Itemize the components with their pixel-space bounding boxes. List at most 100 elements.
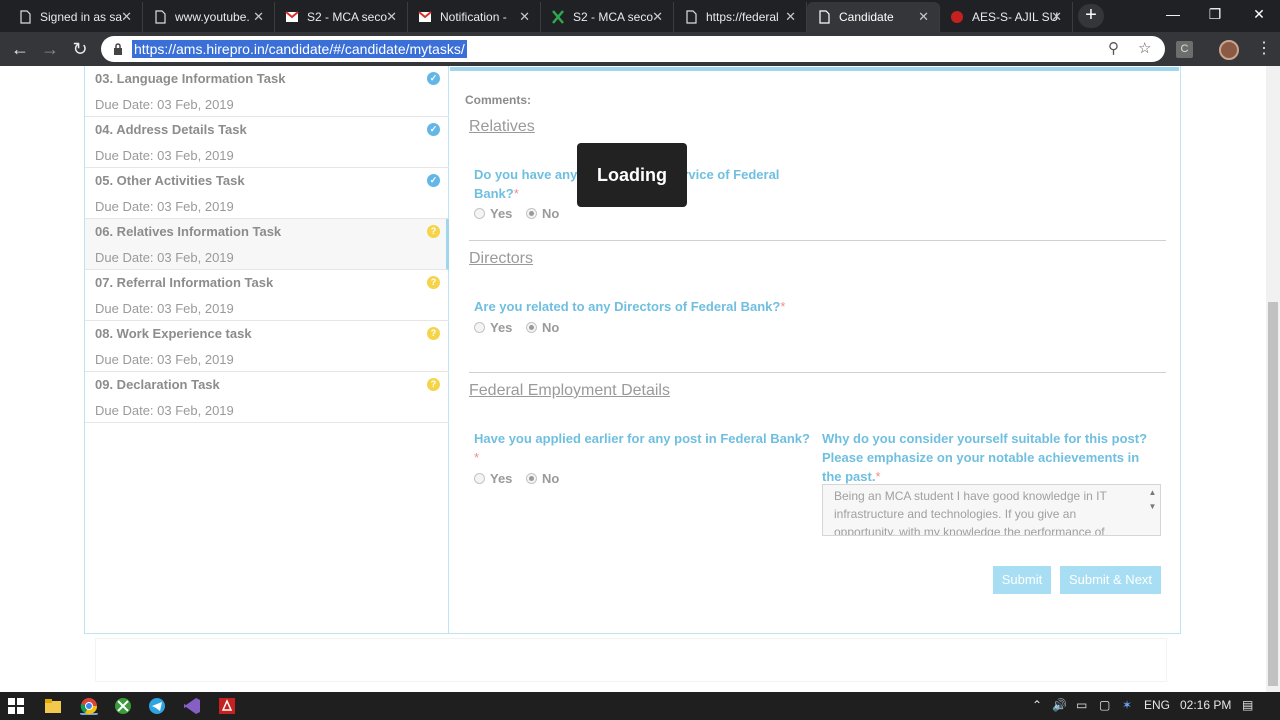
task-item-other-activities[interactable]: 05. Other Activities Task Due Date: 03 F…: [85, 168, 449, 219]
radio-label: No: [542, 206, 560, 221]
comments-label: Comments:: [465, 93, 532, 107]
profile-avatar[interactable]: [1219, 40, 1239, 60]
radio-button[interactable]: [474, 208, 485, 219]
submit-next-button[interactable]: Submit & Next: [1060, 566, 1161, 594]
close-icon[interactable]: ✕: [785, 9, 796, 25]
browser-toolbar: ← → ↻ https://ams.hirepro.in/candidate/#…: [0, 32, 1280, 66]
page-scrollbar[interactable]: [1266, 66, 1280, 692]
reload-icon[interactable]: ↻: [68, 38, 92, 60]
battery-icon[interactable]: ▭: [1076, 698, 1087, 712]
submit-button[interactable]: Submit: [993, 566, 1051, 594]
visual-studio-icon[interactable]: [183, 697, 201, 715]
close-icon[interactable]: ✕: [253, 9, 264, 25]
loading-overlay: Loading: [577, 143, 687, 207]
divider: [469, 372, 1166, 373]
browser-tab-1[interactable]: Signed in as sa ✕: [8, 2, 143, 32]
radio-button[interactable]: [526, 322, 537, 333]
divider: [469, 240, 1166, 241]
windows-start-icon[interactable]: [8, 698, 26, 716]
browser-tab-8[interactable]: AES-S- AJIL SU ✕: [940, 2, 1073, 32]
check-icon: ✓: [427, 123, 440, 136]
tab-title: Signed in as sa: [40, 10, 123, 24]
file-explorer-icon[interactable]: [44, 697, 62, 715]
relatives-yes-radio[interactable]: Yes: [474, 206, 512, 221]
star-icon[interactable]: ☆: [1138, 39, 1151, 57]
directors-no-radio[interactable]: No: [526, 320, 559, 335]
browser-tab-2[interactable]: www.youtube. ✕: [143, 2, 275, 32]
page-icon: [18, 10, 32, 24]
relatives-no-radio[interactable]: No: [526, 206, 559, 221]
radio-button[interactable]: [474, 473, 485, 484]
back-arrow-icon[interactable]: ←: [8, 38, 32, 60]
browser-tab-3[interactable]: S2 - MCA seco ✕: [275, 2, 408, 32]
radio-button[interactable]: [474, 322, 485, 333]
close-icon[interactable]: ✕: [519, 9, 530, 25]
radio-label: Yes: [490, 471, 513, 486]
chrome-icon[interactable]: [80, 697, 98, 715]
notification-icon[interactable]: ▤: [1242, 698, 1253, 712]
task-item-declaration[interactable]: 09. Declaration Task Due Date: 03 Feb, 2…: [85, 372, 449, 423]
bluetooth-icon[interactable]: ✶: [1122, 698, 1132, 712]
language-indicator[interactable]: ENG: [1144, 698, 1170, 712]
task-name: 06. Relatives Information Task: [95, 224, 282, 239]
browser-tab-5[interactable]: S2 - MCA seco ✕: [541, 2, 674, 32]
address-bar[interactable]: https://ams.hirepro.in/candidate/#/candi…: [101, 36, 1165, 62]
question-line-3: the past.: [822, 469, 876, 484]
new-tab-button[interactable]: +: [1078, 4, 1104, 28]
menu-icon[interactable]: ⋮: [1256, 38, 1272, 58]
browser-tab-strip: Signed in as sa ✕ www.youtube. ✕ S2 - MC…: [0, 0, 1280, 32]
chevron-up-icon[interactable]: ⌃: [1032, 698, 1042, 712]
radio-button[interactable]: [526, 208, 537, 219]
question-text-start: Do you have any: [474, 167, 578, 182]
browser-tab-4[interactable]: Notification - ✕: [408, 2, 541, 32]
task-item-language[interactable]: 03. Language Information Task Due Date: …: [85, 66, 449, 117]
telegram-icon[interactable]: [148, 697, 166, 715]
task-item-relatives-active[interactable]: 06. Relatives Information Task Due Date:…: [85, 219, 449, 270]
suitability-question: Why do you consider yourself suitable fo…: [822, 429, 1167, 486]
section-title-employment: Federal Employment Details: [469, 382, 670, 399]
restore-icon[interactable]: ❐: [1192, 0, 1238, 30]
textarea-scrollbar[interactable]: ▲ ▼: [1145, 485, 1160, 535]
scrollbar-thumb[interactable]: [1268, 302, 1278, 686]
pdf-icon: [950, 10, 964, 24]
section-title-directors: Directors: [469, 250, 534, 267]
clock[interactable]: 02:16 PM: [1180, 698, 1231, 712]
network-icon[interactable]: ▢: [1099, 698, 1110, 712]
task-item-referral[interactable]: 07. Referral Information Task Due Date: …: [85, 270, 449, 321]
close-icon[interactable]: ✕: [918, 9, 929, 25]
key-icon[interactable]: ⚲: [1108, 39, 1119, 57]
task-item-work-experience[interactable]: 08. Work Experience task Due Date: 03 Fe…: [85, 321, 449, 372]
suitability-answer-textarea[interactable]: Being an MCA student I have good knowled…: [822, 484, 1161, 536]
applied-no-radio[interactable]: No: [526, 471, 559, 486]
minimize-icon[interactable]: —: [1150, 0, 1196, 30]
extension-icon[interactable]: C: [1176, 41, 1193, 58]
gmail-icon: [418, 10, 432, 24]
close-icon[interactable]: ✕: [121, 9, 132, 25]
tab-title: S2 - MCA seco: [573, 10, 654, 24]
acrobat-icon[interactable]: [218, 697, 236, 715]
directors-yes-radio[interactable]: Yes: [474, 320, 512, 335]
applied-yes-radio[interactable]: Yes: [474, 471, 512, 486]
xbox-icon[interactable]: [114, 697, 132, 715]
radio-label: No: [542, 471, 560, 486]
close-icon[interactable]: ✕: [652, 9, 663, 25]
form-top-bar: [450, 67, 1179, 71]
window-close-icon[interactable]: ✕: [1236, 0, 1280, 30]
task-item-address[interactable]: 04. Address Details Task Due Date: 03 Fe…: [85, 117, 449, 168]
question-icon: ?: [427, 327, 440, 340]
radio-button[interactable]: [526, 473, 537, 484]
tab-title: Candidate: [839, 10, 894, 24]
question-text-end: rvice of Federal: [683, 167, 780, 182]
section-title-relatives: Relatives: [469, 118, 535, 135]
required-marker: *: [513, 186, 519, 201]
footer-area: [95, 638, 1167, 682]
browser-tab-6[interactable]: https://federal ✕: [674, 2, 807, 32]
close-icon[interactable]: ✕: [1051, 9, 1062, 25]
browser-tab-7-active[interactable]: Candidate ✕: [807, 2, 940, 32]
task-form: Comments: Relatives Do you have any rvice…: [450, 66, 1181, 633]
volume-icon[interactable]: 🔊: [1052, 698, 1067, 712]
task-due-date: Due Date: 03 Feb, 2019: [95, 250, 234, 265]
close-icon[interactable]: ✕: [386, 9, 397, 25]
url-text[interactable]: https://ams.hirepro.in/candidate/#/candi…: [132, 40, 467, 58]
forward-arrow-icon[interactable]: →: [38, 38, 62, 60]
